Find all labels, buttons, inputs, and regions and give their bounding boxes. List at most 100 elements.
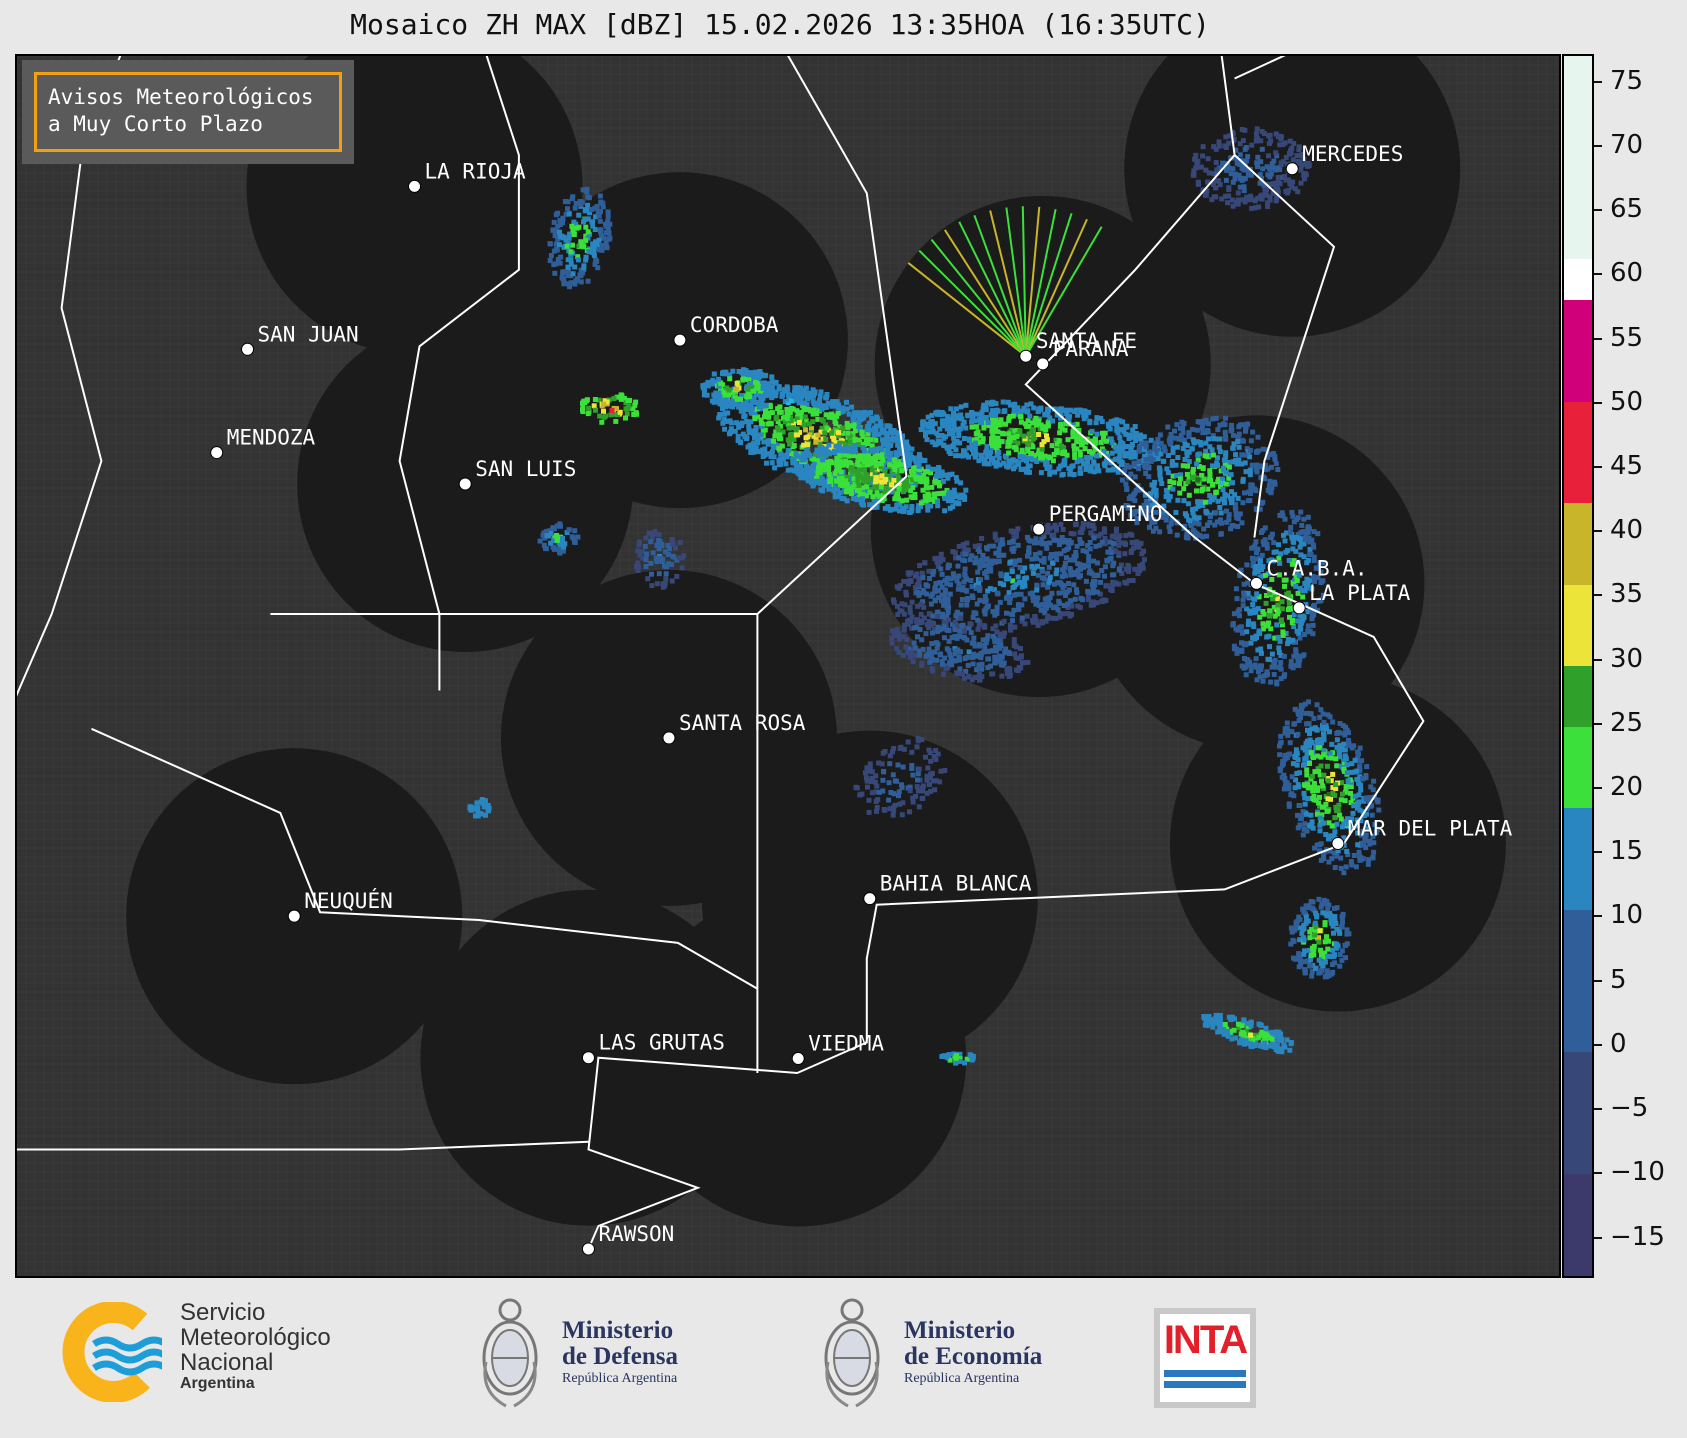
echo-pixel — [1309, 537, 1315, 543]
echo-pixel — [1010, 612, 1016, 618]
echo-pixel — [1186, 492, 1192, 498]
echo-pixel — [1038, 470, 1044, 476]
echo-pixel — [979, 420, 985, 426]
echo-pixel — [803, 475, 809, 481]
echo-pixel — [1288, 1041, 1294, 1047]
echo-pixel — [1072, 454, 1078, 460]
echo-pixel — [1277, 766, 1283, 772]
echo-pixel — [1098, 579, 1103, 585]
echo-pixel — [1296, 663, 1302, 668]
echo-pixel — [1297, 635, 1303, 641]
echo-pixel — [956, 543, 962, 549]
echo-pixel — [1182, 511, 1188, 517]
echo-pixel — [1344, 848, 1350, 854]
echo-pixel — [1094, 431, 1100, 437]
echo-pixel — [1210, 452, 1216, 458]
echo-pixel — [1102, 573, 1107, 579]
echo-pixel — [1246, 618, 1251, 624]
echo-pixel — [1015, 405, 1021, 411]
echo-pixel — [1245, 580, 1251, 586]
echo-pixel — [1111, 418, 1117, 424]
echo-pixel — [1254, 677, 1260, 683]
echo-pixel — [1298, 705, 1304, 711]
echo-pixel — [1091, 579, 1096, 584]
echo-pixel — [1254, 462, 1260, 468]
echo-pixel — [1276, 542, 1281, 548]
echo-pixel — [894, 646, 900, 652]
echo-pixel — [817, 393, 823, 399]
echo-pixel — [962, 558, 968, 564]
echo-pixel — [1241, 641, 1247, 647]
echo-pixel — [1003, 421, 1009, 427]
echo-pixel — [1332, 815, 1338, 821]
echo-pixel — [1018, 454, 1024, 459]
echo-pixel — [1117, 458, 1123, 464]
echo-pixel — [1273, 461, 1279, 467]
echo-pixel — [964, 540, 970, 546]
echo-pixel — [1272, 480, 1277, 485]
echo-pixel — [1034, 582, 1040, 588]
echo-pixel — [803, 427, 809, 433]
echo-pixel — [813, 439, 819, 445]
echo-pixel — [1276, 645, 1282, 651]
echo-pixel — [1291, 539, 1297, 545]
echo-pixel — [940, 611, 946, 617]
echo-pixel — [926, 625, 932, 631]
echo-pixel — [1083, 466, 1089, 472]
echo-pixel — [1067, 613, 1073, 619]
echo-pixel — [1305, 623, 1311, 629]
echo-pixel — [1129, 532, 1135, 538]
echo-pixel — [1302, 821, 1308, 827]
echo-pixel — [1061, 590, 1067, 596]
echo-pixel — [1293, 647, 1299, 653]
echo-pixel — [1281, 1042, 1287, 1048]
echo-pixel — [1330, 790, 1336, 796]
echo-pixel — [980, 552, 986, 558]
echo-pixel — [1371, 840, 1377, 846]
echo-pixel — [1351, 803, 1357, 809]
echo-pixel — [1041, 556, 1047, 562]
echo-pixel — [1052, 581, 1057, 587]
echo-pixel — [1088, 530, 1094, 536]
echo-pixel — [1233, 512, 1239, 517]
radar-map[interactable]: LA RIOJA CORDOBA SAN JUAN SANTA FE PARANA MER… — [15, 54, 1561, 1278]
echo-pixel — [1257, 558, 1263, 564]
echo-pixel — [940, 479, 946, 484]
echo-pixel — [1006, 431, 1012, 437]
echo-pixel — [774, 414, 780, 420]
echo-pixel — [1174, 532, 1180, 538]
echo-pixel — [936, 466, 942, 472]
echo-pixel — [1039, 446, 1045, 452]
echo-pixel — [1053, 615, 1059, 621]
echo-pixel — [1030, 619, 1036, 625]
echo-pixel — [757, 449, 763, 455]
echo-pixel — [1314, 753, 1320, 759]
echo-pixel — [966, 454, 971, 460]
echo-pixel — [1304, 767, 1310, 773]
echo-pixel — [1325, 796, 1331, 802]
echo-pixel — [807, 453, 813, 459]
echo-pixel — [962, 546, 968, 552]
echo-pixel — [1284, 720, 1290, 726]
echo-pixel — [1286, 600, 1292, 606]
echo-pixel — [1028, 401, 1034, 407]
echo-pixel — [1122, 453, 1128, 459]
echo-pixel — [1120, 419, 1126, 425]
echo-pixel — [1185, 463, 1191, 469]
echo-pixel — [832, 419, 838, 424]
echo-pixel — [808, 479, 814, 485]
echo-pixel — [1170, 486, 1176, 492]
echo-pixel — [918, 601, 924, 607]
echo-pixel — [945, 475, 951, 481]
echo-pixel — [1157, 469, 1163, 474]
echo-pixel — [1013, 558, 1019, 564]
echo-pixel — [1036, 406, 1042, 412]
echo-pixel — [1218, 517, 1223, 523]
echo-pixel — [1302, 795, 1308, 801]
echo-pixel — [1324, 972, 1330, 978]
echo-pixel — [910, 659, 916, 665]
echo-pixel — [824, 459, 830, 465]
echo-pixel — [1319, 778, 1324, 784]
echo-pixel — [812, 390, 817, 396]
echo-pixel — [1087, 540, 1093, 545]
